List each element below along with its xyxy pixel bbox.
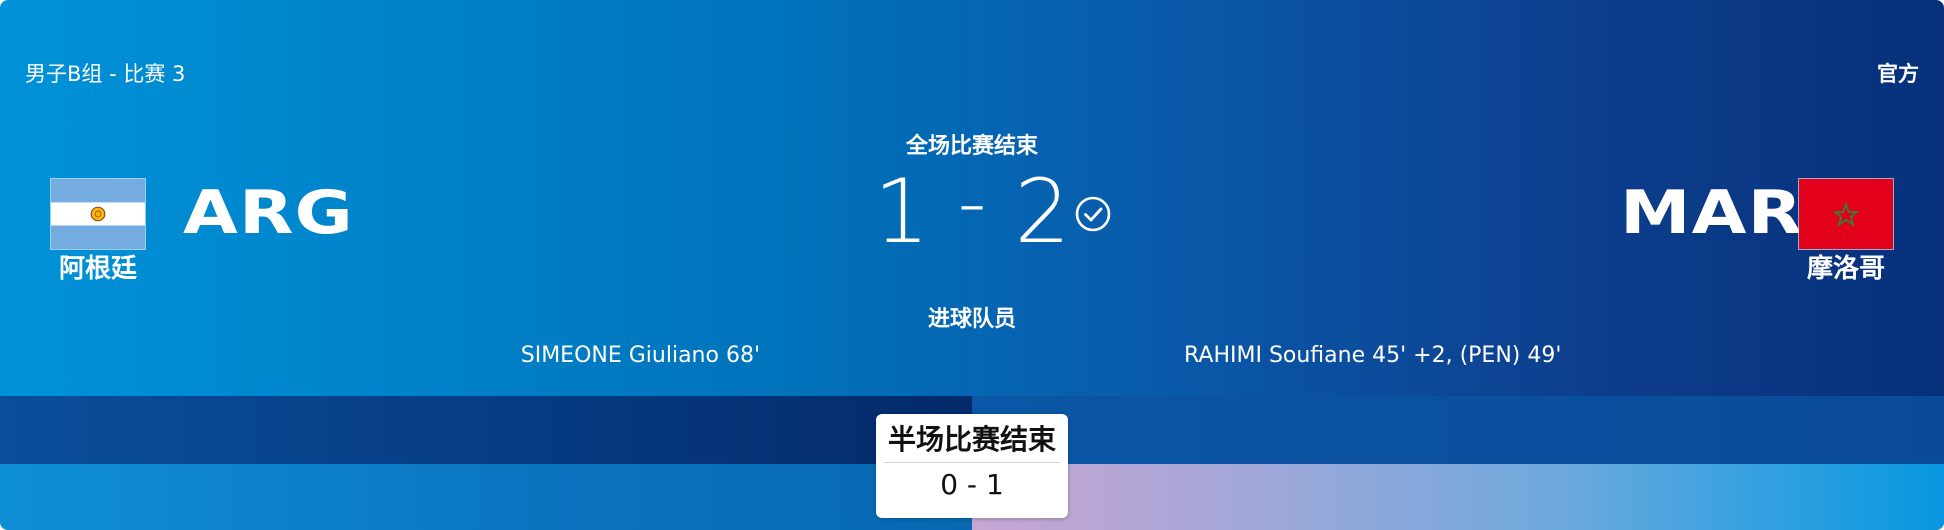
- decorative-band: [0, 396, 972, 464]
- home-score: 1: [873, 160, 930, 263]
- away-score: 2: [1014, 160, 1071, 263]
- home-scorers: SIMEONE Giuliano 68': [520, 343, 760, 368]
- official-label: 官方: [1877, 62, 1919, 86]
- decorative-band: [0, 464, 972, 530]
- score-separator: -: [957, 156, 987, 249]
- final-score: 1-2: [0, 156, 1944, 265]
- away-scorers: RAHIMI Soufiane 45' +2, (PEN) 49': [1184, 343, 1562, 368]
- half-time-label: 半场比赛结束: [887, 423, 1056, 456]
- half-time-score: 0 - 1: [940, 468, 1004, 501]
- scorers-label: 进球队员: [927, 307, 1016, 332]
- check-circle-icon: [1074, 195, 1112, 233]
- half-time-box: 半场比赛结束 0 - 1: [876, 414, 1068, 518]
- decorative-band: [972, 464, 1944, 530]
- group-match-label: 男子B组 - 比赛 3: [25, 62, 186, 86]
- match-card: 男子B组 - 比赛 3 官方 全场比赛结束 ARG 阿根廷 MAR 摩洛哥 1-…: [0, 0, 1944, 530]
- decorative-band: [972, 396, 1944, 464]
